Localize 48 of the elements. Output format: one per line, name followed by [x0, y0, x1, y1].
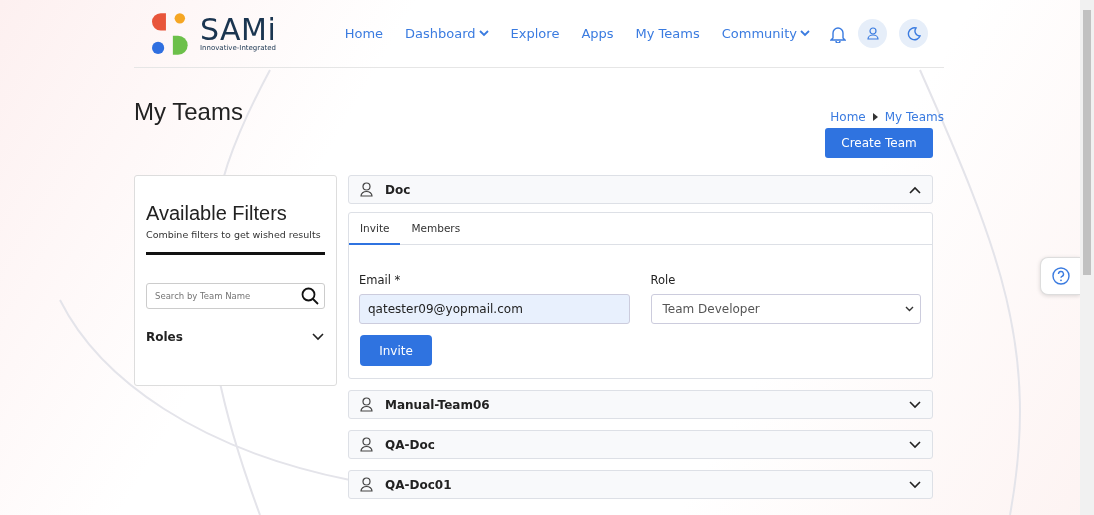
- user-icon: [360, 477, 373, 492]
- search-field[interactable]: Search by Team Name: [146, 283, 325, 309]
- team-accordion-header[interactable]: Doc: [348, 175, 933, 204]
- chevron-down-icon: [800, 30, 810, 37]
- user-icon: [360, 397, 373, 412]
- team-accordion-header[interactable]: QA-Doc: [348, 430, 933, 459]
- nav-link[interactable]: My Teams: [635, 26, 700, 41]
- chevron-icon: [312, 333, 324, 341]
- search-icon: [301, 287, 319, 305]
- create-team-button[interactable]: Create Team: [825, 128, 933, 158]
- user-icon: [360, 182, 373, 197]
- breadcrumb-link[interactable]: Home: [830, 110, 866, 124]
- bell-icon[interactable]: [830, 24, 846, 43]
- filters-title: Available Filters: [146, 202, 288, 225]
- field-label: Email *: [359, 273, 402, 287]
- field-label: Role: [650, 273, 677, 287]
- chevron-icon: [909, 440, 921, 449]
- chevron-down-icon: [905, 306, 914, 312]
- chevron-icon: [909, 400, 921, 409]
- user-icon: [866, 27, 879, 40]
- moon-icon: [906, 26, 921, 41]
- team-accordion-header[interactable]: Manual-Team06: [348, 390, 933, 419]
- nav-link[interactable]: Apps: [581, 26, 614, 41]
- help-icon: [1051, 267, 1070, 285]
- role-select[interactable]: Team Developer: [650, 294, 921, 324]
- filters-subtitle: Combine filters to get wished results: [146, 229, 322, 240]
- theme-toggle-button[interactable]: [899, 19, 928, 48]
- chevron-icon: [909, 480, 921, 489]
- user-icon: [360, 437, 373, 452]
- tab[interactable]: Members: [400, 213, 472, 245]
- chevron-down-icon: [478, 30, 489, 37]
- nav-link[interactable]: Explore: [510, 26, 560, 41]
- nav-link[interactable]: Community: [721, 26, 810, 41]
- profile-button[interactable]: [858, 19, 887, 48]
- chevron-icon: [909, 185, 921, 194]
- tab[interactable]: Invite: [349, 213, 401, 245]
- nav-link[interactable]: Home: [344, 26, 384, 41]
- email-field[interactable]: qatester09@yopmail.com: [359, 294, 630, 324]
- caret-right-icon: [872, 113, 878, 121]
- team-accordion-header[interactable]: QA-Doc01: [348, 470, 933, 499]
- scrollbar[interactable]: [1080, 0, 1094, 515]
- page-title: My Teams: [134, 98, 243, 126]
- invite-button[interactable]: Invite: [360, 335, 432, 366]
- logo-name: SAMi: [200, 15, 277, 44]
- breadcrumb-link[interactable]: My Teams: [884, 110, 944, 124]
- nav-link[interactable]: Dashboard: [405, 26, 489, 41]
- filter-section[interactable]: Roles: [146, 330, 325, 344]
- help-button[interactable]: [1040, 257, 1080, 295]
